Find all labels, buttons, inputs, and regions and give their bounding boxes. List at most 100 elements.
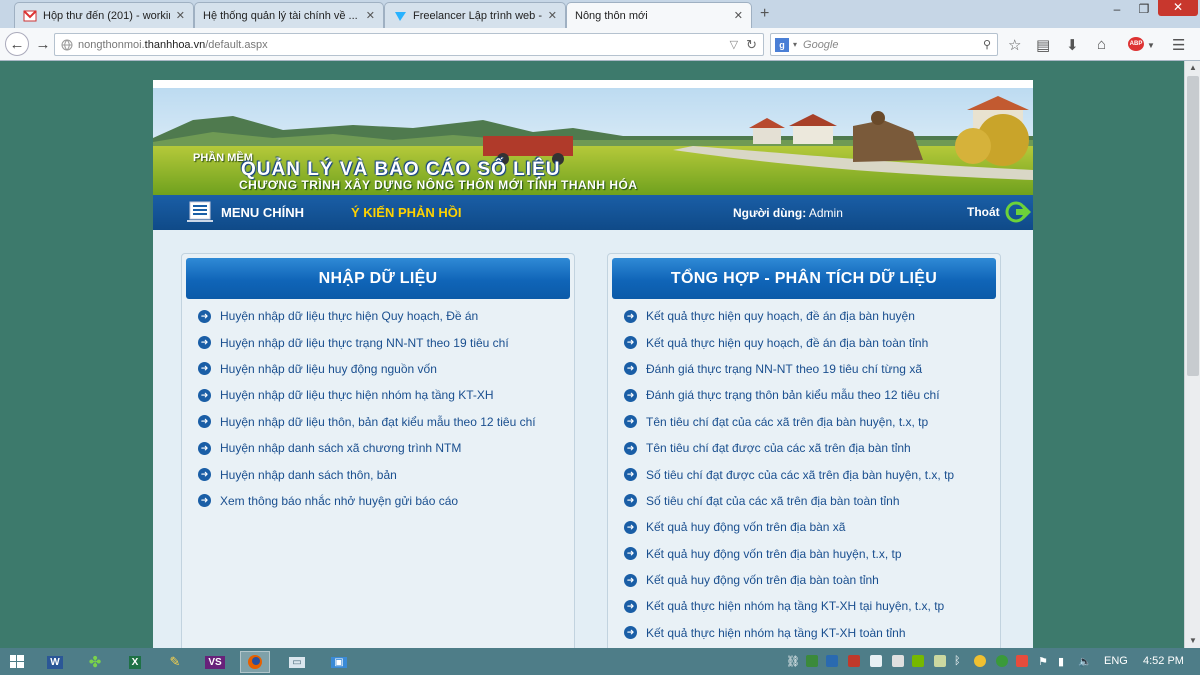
arrow-right-icon: ➜	[198, 494, 211, 508]
analysis-link-8[interactable]: ➜ Số tiêu chí đạt của các xã trên địa bàn…	[624, 488, 954, 514]
link-text: Đánh giá thực trạng NN-NT theo 19 tiêu c…	[646, 361, 922, 376]
close-icon[interactable]: ✕	[366, 9, 375, 22]
feedback-link[interactable]: Ý KIẾN PHẢN HỒI	[351, 205, 462, 220]
analysis-link-3[interactable]: ➜ Đánh giá thực trạng NN-NT theo 19 tiêu …	[624, 356, 954, 382]
back-button[interactable]: ←	[5, 32, 29, 56]
scroll-up-arrow-icon[interactable]: ▲	[1185, 61, 1200, 75]
google-icon[interactable]: g	[775, 37, 789, 52]
tab-gmail[interactable]: Hộp thư đến (201) - workin... ✕	[14, 2, 194, 28]
analysis-link-6[interactable]: ➜ Tên tiêu chí đạt được của các xã trên đ…	[624, 435, 954, 461]
data-entry-link-6[interactable]: ➜ Huyện nhập danh sách xã chương trình NT…	[198, 435, 536, 461]
app-tray-icon[interactable]	[934, 655, 946, 667]
adblock-icon[interactable]: ABP	[1128, 37, 1144, 51]
link-text: Số tiêu chí đạt của các xã trên địa bàn …	[646, 493, 900, 508]
analysis-link-1[interactable]: ➜ Kết quả thực hiện quy hoạch, đề án địa …	[624, 303, 954, 329]
menu-icon[interactable]: ☰	[1172, 36, 1185, 54]
app-tray-icon[interactable]	[826, 655, 838, 667]
arrow-right-icon: ➜	[624, 573, 637, 587]
menu-main-link[interactable]: MENU CHÍNH	[221, 205, 304, 220]
volume-icon[interactable]: 🔈	[1078, 655, 1092, 668]
download-icon[interactable]: ⬇	[1066, 36, 1079, 54]
tab-finance[interactable]: Hệ thống quản lý tài chính về ... ✕	[194, 2, 384, 28]
reload-icon[interactable]: ↻	[746, 37, 757, 53]
data-entry-link-8[interactable]: ➜ Xem thông báo nhắc nhở huyện gửi báo cá…	[198, 488, 536, 514]
app-tray-icon[interactable]	[806, 655, 818, 667]
new-tab-button[interactable]: +	[760, 5, 769, 23]
start-windows-icon[interactable]	[2, 651, 32, 673]
tab-freelancer[interactable]: Freelancer Lập trình web - ... ✕	[384, 2, 566, 28]
visual-studio-icon[interactable]: VS	[200, 651, 230, 673]
tab-nongthonmoi[interactable]: Nông thôn mới ✕	[566, 2, 752, 28]
word-icon[interactable]: W	[40, 651, 70, 673]
analysis-link-7[interactable]: ➜ Số tiêu chí đạt được của các xã trên đị…	[624, 461, 954, 487]
analysis-link-10[interactable]: ➜ Kết quả huy động vốn trên địa bàn huyện…	[624, 541, 954, 567]
dropdown-icon[interactable]: ▽	[730, 38, 738, 51]
data-entry-link-7[interactable]: ➜ Huyện nhập danh sách thôn, bản	[198, 461, 536, 487]
data-entry-link-1[interactable]: ➜ Huyện nhập dữ liệu thực hiện Quy hoạch,…	[198, 303, 536, 329]
flag-icon[interactable]: ⚑	[1038, 655, 1050, 668]
chevron-down-icon[interactable]: ▼	[1147, 41, 1155, 50]
cloud-tray-icon[interactable]	[870, 655, 882, 667]
link-text: Kết quả huy động vốn trên địa bàn xã	[646, 520, 846, 535]
app-tray-icon[interactable]	[892, 655, 904, 667]
analysis-link-13[interactable]: ➜ Kết quả thực hiện nhóm hạ tầng KT-XH to…	[624, 620, 954, 646]
language-indicator[interactable]: ENG	[1104, 655, 1128, 667]
analysis-link-12[interactable]: ➜ Kết quả thực hiện nhóm hạ tầng KT-XH tạ…	[624, 593, 954, 619]
data-entry-link-2[interactable]: ➜ Huyện nhập dữ liệu thực trạng NN-NT the…	[198, 329, 536, 355]
clover-app-icon[interactable]: ✤	[80, 651, 110, 673]
analysis-link-11[interactable]: ➜ Kết quả huy động vốn trên địa bàn toàn …	[624, 567, 954, 593]
analysis-link-2[interactable]: ➜ Kết quả thực hiện quy hoạch, đề án địa …	[624, 329, 954, 355]
remote-desktop-icon[interactable]: ▭	[282, 651, 312, 673]
excel-icon[interactable]: X	[120, 651, 150, 673]
close-icon[interactable]: ✕	[548, 9, 557, 22]
clock[interactable]: 4:52 PM	[1143, 655, 1184, 667]
analysis-links: ➜ Kết quả thực hiện quy hoạch, đề án địa …	[624, 303, 954, 646]
firefox-icon[interactable]	[240, 651, 270, 673]
link-text: Huyện nhập danh sách xã chương trình NTM	[220, 441, 462, 456]
data-entry-link-4[interactable]: ➜ Huyện nhập dữ liệu thực hiện nhóm hạ tầ…	[198, 382, 536, 408]
link-text: Đánh giá thực trạng thôn bản kiểu mẫu th…	[646, 388, 940, 403]
data-entry-title: NHẬP DỮ LIỆU	[186, 258, 570, 299]
link-text: Số tiêu chí đạt được của các xã trên địa…	[646, 467, 955, 482]
nvidia-tray-icon[interactable]	[912, 655, 924, 667]
app-tray-icon[interactable]	[996, 655, 1008, 667]
link-text: Kết quả thực hiện quy hoạch, đề án địa b…	[646, 309, 915, 324]
scroll-thumb[interactable]	[1187, 76, 1199, 376]
site-banner: PHẦN MỀM QUẢN LÝ VÀ BÁO CÁO SỐ LIỆU CHƯƠ…	[153, 80, 1033, 195]
window-close-button[interactable]: ✕	[1158, 0, 1198, 16]
link-text: Huyện nhập dữ liệu huy động nguồn vốn	[220, 361, 437, 376]
forward-button[interactable]: →	[32, 33, 54, 55]
logout-icon[interactable]	[1005, 200, 1031, 224]
app-tray-icon[interactable]	[974, 655, 986, 667]
bookmark-star-icon[interactable]: ☆	[1008, 36, 1021, 54]
arrow-right-icon: ➜	[624, 388, 637, 402]
data-entry-link-3[interactable]: ➜ Huyện nhập dữ liệu huy động nguồn vốn	[198, 356, 536, 382]
paint-icon[interactable]: ✎	[160, 651, 190, 673]
explorer-icon[interactable]: ▣	[324, 651, 354, 673]
search-icon[interactable]: ⚲	[983, 38, 991, 51]
minimize-button[interactable]: –	[1104, 2, 1130, 18]
url-bar[interactable]: nongthonmoi. thanhhoa.vn/default.aspx ▽ ↻	[54, 33, 764, 56]
close-icon[interactable]: ✕	[734, 9, 743, 22]
home-icon[interactable]: ⌂	[1097, 36, 1106, 53]
tab-title: Nông thôn mới	[575, 9, 648, 22]
close-icon[interactable]: ✕	[176, 9, 185, 22]
app-tray-icon[interactable]	[1016, 655, 1028, 667]
analysis-link-5[interactable]: ➜ Tên tiêu chí đạt của các xã trên địa bà…	[624, 409, 954, 435]
arrow-right-icon: ➜	[624, 362, 637, 376]
bluetooth-icon[interactable]: ᛒ	[954, 655, 966, 667]
network-icon[interactable]: ▮	[1058, 655, 1070, 668]
search-bar[interactable]: g ▾ Google ⚲	[770, 33, 998, 56]
link-tray-icon[interactable]: ⛓	[786, 655, 800, 668]
app-tray-icon[interactable]	[848, 655, 860, 667]
analysis-link-9[interactable]: ➜ Kết quả huy động vốn trên địa bàn xã	[624, 514, 954, 540]
bookmarks-list-icon[interactable]: ▤	[1036, 36, 1050, 54]
data-entry-link-5[interactable]: ➜ Huyện nhập dữ liệu thôn, bản đạt kiểu m…	[198, 409, 536, 435]
analysis-link-4[interactable]: ➜ Đánh giá thực trạng thôn bản kiểu mẫu t…	[624, 382, 954, 408]
scroll-down-arrow-icon[interactable]: ▼	[1185, 634, 1200, 648]
maximize-button[interactable]: ❐	[1131, 2, 1157, 18]
page-scrollbar[interactable]: ▲ ▼	[1184, 61, 1200, 648]
logout-link[interactable]: Thoát	[967, 205, 1000, 219]
chevron-down-icon[interactable]: ▾	[793, 40, 797, 49]
user-info: Người dùng: Admin	[733, 206, 843, 220]
